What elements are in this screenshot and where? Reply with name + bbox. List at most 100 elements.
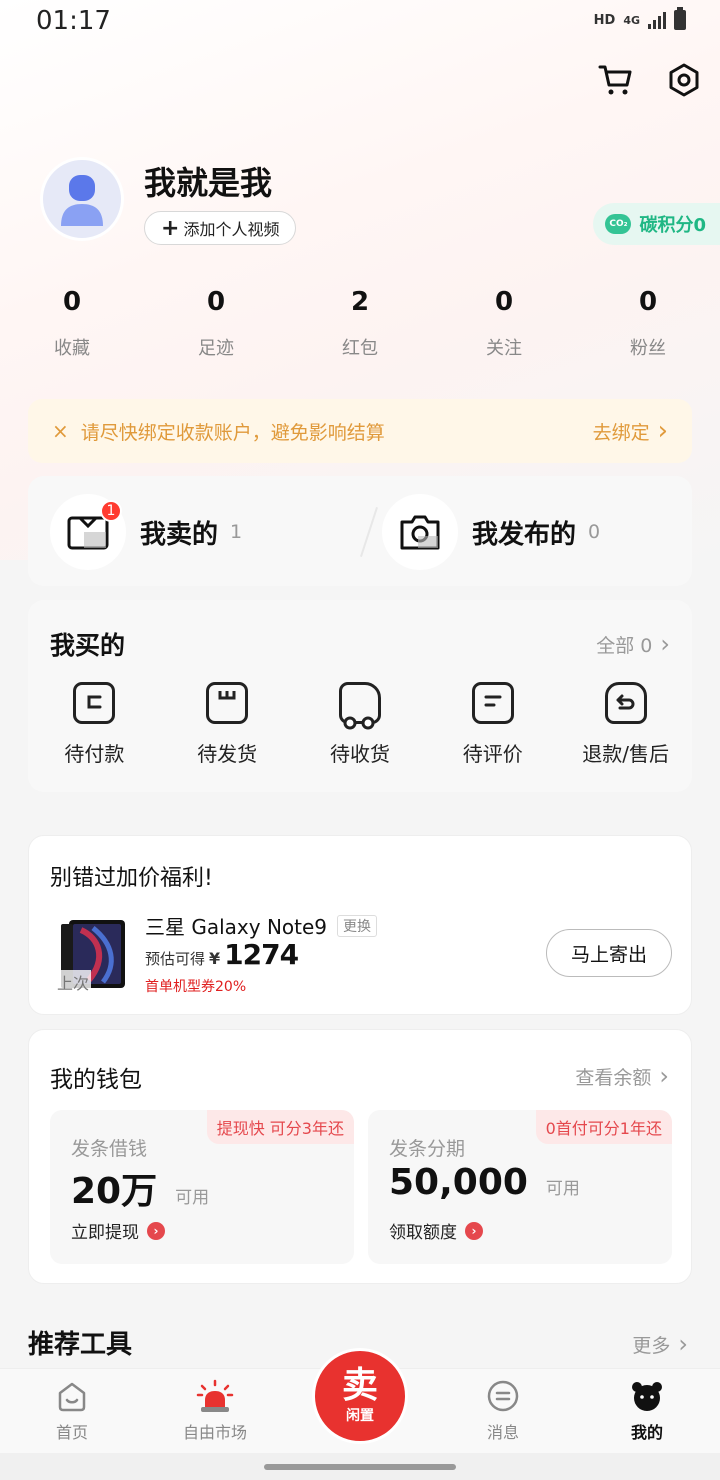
all-orders-link[interactable]: 全部 0 › — [596, 630, 670, 658]
stat-footprints[interactable]: 0 足迹 — [144, 284, 288, 360]
order-pending-shipment[interactable]: 待发货 — [161, 682, 294, 767]
close-icon[interactable]: × — [52, 419, 69, 443]
stat-label: 粉丝 — [630, 338, 666, 359]
username[interactable]: 我就是我 — [144, 158, 272, 204]
status-indicators: HD 4G — [593, 7, 686, 30]
stat-value: 0 — [206, 287, 226, 317]
stat-fans[interactable]: 0 粉丝 — [576, 284, 720, 360]
order-status-row: 待付款 待发货 待收货 待评价 退款/售后 — [28, 682, 692, 767]
message-icon — [487, 1380, 519, 1412]
chevron-right-icon: › — [659, 1062, 669, 1090]
withdraw-now-label: 立即提现 — [71, 1223, 139, 1243]
stat-value: 0 — [494, 287, 514, 317]
tab-mine[interactable]: 我的 — [592, 1379, 702, 1443]
refund-icon — [604, 682, 647, 724]
my-published-count: 0 — [588, 521, 601, 543]
tab-label: 我的 — [630, 1423, 663, 1442]
last-time-label: 上次 — [55, 970, 92, 994]
stat-following[interactable]: 0 关注 — [432, 284, 576, 360]
my-sold-entry[interactable]: 1 我卖的 1 — [50, 494, 242, 570]
installment-unit: 可用 — [545, 1179, 580, 1199]
installment-amount-value: 50,000 — [389, 1162, 528, 1203]
sell-publish-card: 1 我卖的 1 我发布的 0 — [28, 476, 692, 586]
tab-messages[interactable]: 消息 — [448, 1379, 558, 1443]
tab-home[interactable]: 首页 — [17, 1379, 127, 1443]
claim-credit-link[interactable]: 领取额度 › — [389, 1218, 483, 1243]
order-pending-review[interactable]: 待评价 — [426, 682, 559, 767]
stat-label: 关注 — [486, 338, 522, 359]
ship-now-button[interactable]: 马上寄出 — [546, 929, 672, 977]
arrow-right-circle-icon: › — [147, 1221, 165, 1240]
order-status-label: 待付款 — [64, 742, 125, 766]
loan-tag: 提现快 可分3年还 — [206, 1110, 354, 1144]
installment-tag: 0首付可分1年还 — [535, 1110, 672, 1144]
stat-label: 收藏 — [54, 338, 90, 359]
bind-account-notice: × 请尽快绑定收款账户，避免影响结算 去绑定 › — [28, 399, 692, 463]
order-pending-receipt[interactable]: 待收货 — [294, 682, 427, 767]
stat-value: 0 — [62, 287, 82, 317]
loan-unit: 可用 — [175, 1188, 210, 1208]
avatar[interactable] — [40, 157, 124, 241]
loan-name: 发条借钱 — [71, 1138, 148, 1160]
chevron-right-icon: › — [660, 630, 670, 658]
view-balance-label: 查看余额 — [575, 1066, 652, 1089]
view-balance-link[interactable]: 查看余额 › — [575, 1062, 669, 1090]
claim-credit-label: 领取额度 — [389, 1223, 457, 1243]
order-refund-aftersale[interactable]: 退款/售后 — [559, 682, 692, 767]
order-status-label: 待评价 — [462, 742, 523, 766]
battery-icon — [674, 7, 686, 30]
promo-title: 别错过加价福利! — [50, 866, 213, 891]
recommended-tools-title: 推荐工具 — [28, 1330, 133, 1360]
sell-idle-button[interactable]: 卖 闲置 — [312, 1348, 408, 1444]
estimated-price: 预估可得 ¥1274 — [145, 938, 299, 971]
my-bought-card: 我买的 全部 0 › 待付款 待发货 待收货 待评价 退款/售后 — [28, 600, 692, 792]
tab-market[interactable]: 自由市场 — [160, 1379, 270, 1443]
settings-icon[interactable] — [664, 60, 704, 100]
home-indicator[interactable] — [264, 1464, 456, 1470]
loan-box[interactable]: 提现快 可分3年还 发条借钱 20万 可用 立即提现 › — [50, 1110, 354, 1264]
product-name: 三星 Galaxy Note9 更换 — [145, 911, 378, 940]
stat-label: 红包 — [342, 338, 378, 359]
order-pending-payment[interactable]: 待付款 — [28, 682, 161, 767]
review-icon — [471, 682, 514, 724]
more-tools-link[interactable]: 更多 › — [632, 1330, 688, 1358]
all-orders-label: 全部 0 — [596, 634, 653, 657]
installment-box[interactable]: 0首付可分1年还 发条分期 50,000 可用 领取额度 › — [368, 1110, 672, 1264]
stat-red-packets[interactable]: 2 红包 — [288, 284, 432, 360]
my-sold-title: 我卖的 — [140, 519, 219, 550]
more-label: 更多 — [632, 1334, 671, 1357]
box-icon — [206, 682, 249, 724]
wallet-icon — [73, 682, 116, 724]
my-published-entry[interactable]: 我发布的 0 — [382, 494, 600, 570]
plus-icon: + — [161, 215, 180, 241]
product-name-text: 三星 Galaxy Note9 — [145, 915, 328, 939]
withdraw-now-link[interactable]: 立即提现 › — [71, 1218, 165, 1243]
stat-value: 0 — [638, 287, 658, 317]
my-sold-count: 1 — [230, 521, 243, 543]
cart-icon[interactable] — [596, 60, 636, 100]
order-status-label: 待发货 — [197, 742, 258, 766]
hd-indicator: HD — [593, 12, 616, 28]
add-video-label: 添加个人视频 — [183, 220, 280, 239]
signal-icon — [648, 11, 666, 29]
trade-in-promo-card: 别错过加价福利! 上次 三星 Galaxy Note9 更换 预估可得 ¥127… — [28, 835, 692, 1015]
bind-account-link[interactable]: 去绑定 › — [593, 416, 668, 446]
status-time: 01:17 — [36, 6, 111, 36]
home-icon — [58, 1382, 86, 1412]
my-published-title: 我发布的 — [472, 519, 577, 550]
estimate-label: 预估可得 — [145, 950, 206, 968]
chevron-right-icon: › — [678, 1330, 688, 1358]
add-video-button[interactable]: + 添加个人视频 — [144, 211, 297, 245]
bind-account-label: 去绑定 — [592, 421, 650, 444]
stat-favorites[interactable]: 0 收藏 — [0, 284, 144, 360]
notification-badge: 1 — [100, 500, 122, 522]
tab-label: 自由市场 — [182, 1423, 247, 1442]
wallet-title: 我的钱包 — [50, 1067, 142, 1093]
carbon-points-button[interactable]: CO₂ 碳积分0 — [593, 203, 720, 245]
change-product-button[interactable]: 更换 — [337, 914, 378, 937]
phone-image[interactable]: 上次 — [55, 918, 129, 994]
sold-bag-icon: 1 — [50, 494, 126, 570]
notice-message: 请尽快绑定收款账户，避免影响结算 — [80, 421, 385, 444]
stats-row: 0 收藏 0 足迹 2 红包 0 关注 0 粉丝 — [0, 284, 720, 360]
truck-icon — [338, 682, 381, 730]
